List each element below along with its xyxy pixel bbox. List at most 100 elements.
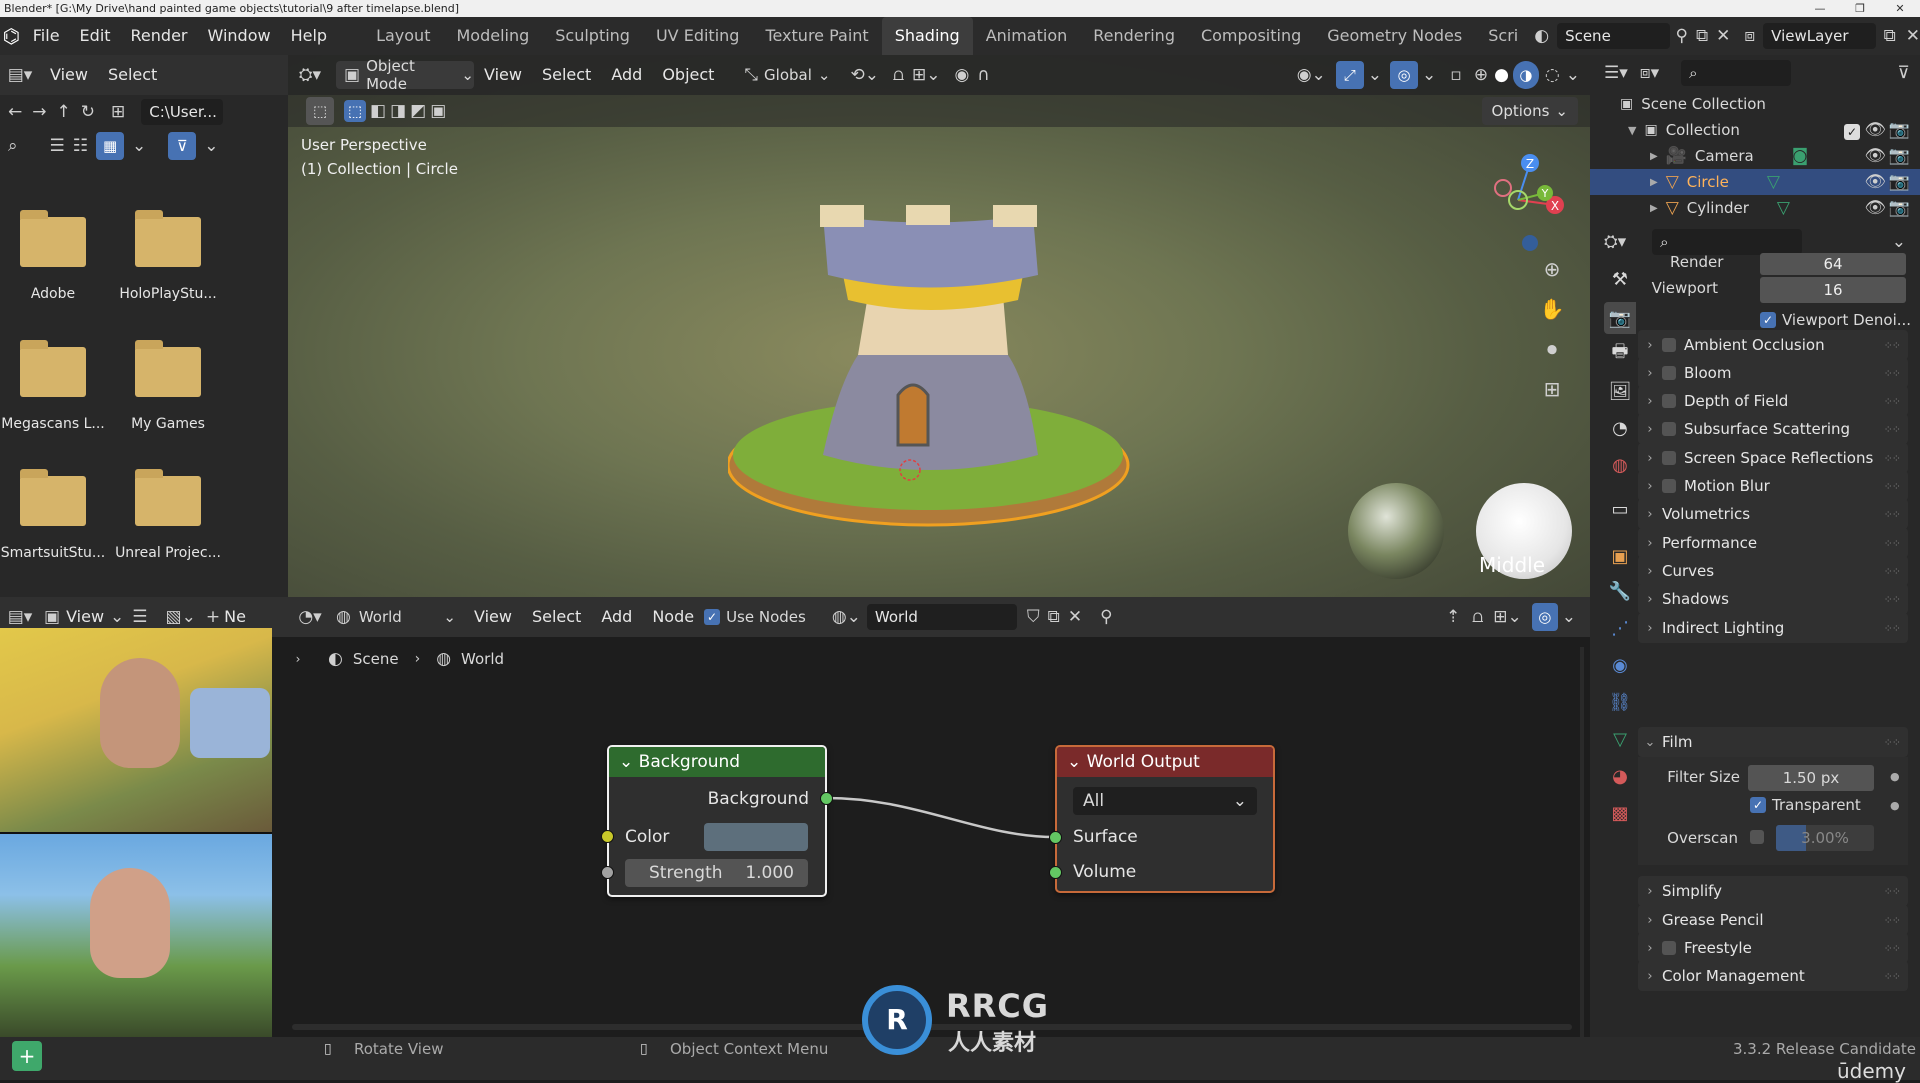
3d-viewport[interactable]: ⛭▾ ▣ Object Mode ⌄ View Select Add Object …: [288, 55, 1590, 597]
camera-data-icon[interactable]: ◙: [1792, 146, 1809, 166]
section-ambient-occlusion[interactable]: › Ambient Occlusion ⁘⁘: [1638, 330, 1908, 360]
tab-animation[interactable]: Animation: [973, 17, 1081, 55]
tab-geometry-nodes[interactable]: Geometry Nodes: [1314, 17, 1475, 55]
image-browse-icon[interactable]: ▧⌄: [166, 607, 196, 627]
world-tab-icon[interactable]: ◍: [1604, 449, 1636, 481]
world-output-header[interactable]: ⌄ World Output: [1057, 747, 1273, 777]
tab-compositing[interactable]: Compositing: [1188, 17, 1314, 55]
shading-chevron-icon[interactable]: ⌄: [1566, 65, 1580, 85]
list-horizontal-icon[interactable]: ☷: [73, 136, 88, 156]
section-indirect-lighting[interactable]: › Indirect Lighting ⁘⁘: [1638, 613, 1908, 643]
particles-tab-icon[interactable]: ⋰: [1604, 612, 1636, 644]
vp-menu-add[interactable]: Add: [601, 55, 652, 95]
overscan-field[interactable]: 3.00%: [1776, 825, 1874, 851]
pin-icon[interactable]: ⚲: [1676, 26, 1688, 46]
tab-shading[interactable]: Shading: [881, 17, 973, 55]
tab-layout[interactable]: Layout: [363, 17, 443, 55]
exclude-checkbox[interactable]: ✓: [1844, 122, 1860, 140]
select-new-icon[interactable]: ⬚: [344, 100, 366, 122]
select-intersect-icon[interactable]: ▣: [430, 101, 446, 121]
background-output-socket[interactable]: [820, 792, 833, 805]
render-camera-icon[interactable]: 📷: [1889, 172, 1910, 192]
drag-handle-icon[interactable]: ⁘⁘: [1884, 452, 1901, 465]
outliner-item-camera[interactable]: ▶ 🎥 Camera ◙ 👁 📷: [1590, 143, 1920, 169]
add-icon[interactable]: +: [12, 1041, 42, 1071]
overlays-chevron-icon[interactable]: ⌄: [1422, 65, 1436, 85]
xray-icon[interactable]: ▫: [1450, 65, 1462, 85]
filter-chevron-icon[interactable]: ⌄: [204, 136, 218, 156]
drag-handle-icon[interactable]: ⁘⁘: [1884, 970, 1901, 983]
object-mode-dropdown[interactable]: ▣ Object Mode ⌄: [336, 57, 474, 93]
perspective-toggle-icon[interactable]: ⊞: [1538, 375, 1566, 403]
folder-icon[interactable]: [20, 210, 86, 267]
select-extend-icon[interactable]: ◧: [370, 101, 386, 121]
filter-size-field[interactable]: 1.50 px: [1748, 765, 1874, 791]
editor-type-icon[interactable]: ☰▾: [1604, 63, 1628, 83]
tab-scripting[interactable]: Scri: [1475, 17, 1520, 55]
display-mode-icon[interactable]: ⧈▾: [1640, 63, 1659, 83]
pivot-icon[interactable]: ⟲⌄: [850, 65, 879, 85]
menu-help[interactable]: Help: [281, 17, 337, 55]
camera-view-icon[interactable]: ⏺: [1538, 335, 1566, 363]
folder-icon[interactable]: [135, 340, 201, 397]
drag-handle-icon[interactable]: ⁘⁘: [1884, 622, 1901, 635]
section-simplify[interactable]: › Simplify ⁘⁘: [1638, 876, 1908, 906]
folder-label[interactable]: HoloPlayStu...: [108, 286, 228, 302]
overscan-checkbox[interactable]: [1750, 830, 1764, 844]
render-tab-icon[interactable]: 📷: [1604, 302, 1636, 334]
section-depth-of-field[interactable]: › Depth of Field ⁘⁘: [1638, 386, 1908, 416]
menu-lines-icon[interactable]: ☰: [132, 607, 147, 627]
section-toggle-checkbox[interactable]: [1662, 422, 1676, 436]
color-input-socket[interactable]: [601, 830, 614, 843]
drag-handle-icon[interactable]: ⁘⁘: [1884, 914, 1901, 927]
search-icon[interactable]: ⌕: [8, 136, 18, 156]
folder-label[interactable]: My Games: [108, 416, 228, 432]
path-field[interactable]: C:\User...: [141, 99, 224, 125]
section-subsurface-scattering[interactable]: › Subsurface Scattering ⁘⁘: [1638, 414, 1908, 444]
section-toggle-checkbox[interactable]: [1662, 338, 1676, 352]
section-volumetrics[interactable]: › Volumetrics ⁘⁘: [1638, 499, 1908, 529]
rendered-shading-icon[interactable]: ◌: [1545, 65, 1560, 85]
render-camera-icon[interactable]: 📷: [1889, 146, 1910, 166]
drag-handle-icon[interactable]: ⁘⁘: [1884, 367, 1901, 380]
solid-shading-icon[interactable]: ●: [1494, 65, 1509, 85]
keyframe-dot-icon[interactable]: ●: [1890, 799, 1900, 812]
background-node-header[interactable]: ⌄ Background: [609, 747, 825, 777]
section-toggle-checkbox[interactable]: [1662, 366, 1676, 380]
drag-handle-icon[interactable]: ⁘⁘: [1884, 480, 1901, 493]
tool-tab-icon[interactable]: ⚒: [1604, 263, 1636, 295]
tab-uv-editing[interactable]: UV Editing: [643, 17, 752, 55]
output-tab-icon[interactable]: 🖶: [1604, 338, 1636, 370]
navigation-gizmo[interactable]: Z X Y: [1473, 145, 1573, 255]
strength-field[interactable]: Strength 1.000: [625, 859, 808, 887]
thumbnail-view-icon[interactable]: ▦: [96, 132, 125, 160]
world-output-node[interactable]: ⌄ World Output All ⌄ Surface Volume: [1049, 745, 1275, 893]
drag-handle-icon[interactable]: ⁘⁘: [1884, 942, 1901, 955]
menu-window[interactable]: Window: [198, 17, 281, 55]
scene-field[interactable]: Scene: [1557, 23, 1670, 49]
editor-type-icon[interactable]: ▤▾: [0, 65, 40, 85]
section-shadows[interactable]: › Shadows ⁘⁘: [1638, 584, 1908, 614]
strength-input-socket[interactable]: [601, 866, 614, 879]
drag-handle-icon[interactable]: ⁘⁘: [1884, 508, 1901, 521]
minimize-button[interactable]: —: [1800, 0, 1840, 17]
physics-tab-icon[interactable]: ◉: [1604, 649, 1636, 681]
volume-input-socket[interactable]: [1049, 866, 1062, 879]
outliner-item-circle[interactable]: ▶ ▽ Circle ▽ 👁 📷: [1590, 169, 1920, 195]
section-screen-space-reflections[interactable]: › Screen Space Reflections ⁘⁘: [1638, 443, 1908, 473]
new-folder-icon[interactable]: ⊞: [111, 102, 125, 122]
tab-modeling[interactable]: Modeling: [443, 17, 542, 55]
folder-label[interactable]: Megascans L...: [0, 416, 113, 432]
editor-type-icon[interactable]: ⛭▾: [1604, 232, 1626, 252]
filter-icon[interactable]: ⊽: [168, 132, 197, 160]
texture-tab-icon[interactable]: ▩: [1604, 797, 1636, 829]
falloff-icon[interactable]: ∩: [977, 65, 989, 85]
section-grease-pencil[interactable]: › Grease Pencil ⁘⁘: [1638, 905, 1908, 935]
object-tab-icon[interactable]: ▣: [1604, 540, 1636, 572]
viewport-denoising-checkbox[interactable]: ✓ Viewport Denoi...: [1760, 311, 1911, 329]
pan-hand-icon[interactable]: ✋: [1538, 295, 1566, 323]
drag-handle-icon[interactable]: ⁘⁘: [1884, 736, 1901, 749]
gizmo-toggle-icon[interactable]: ⤢: [1335, 61, 1364, 89]
snap-target-icon[interactable]: ⊞⌄: [912, 65, 941, 85]
vp-menu-view[interactable]: View: [474, 55, 532, 95]
